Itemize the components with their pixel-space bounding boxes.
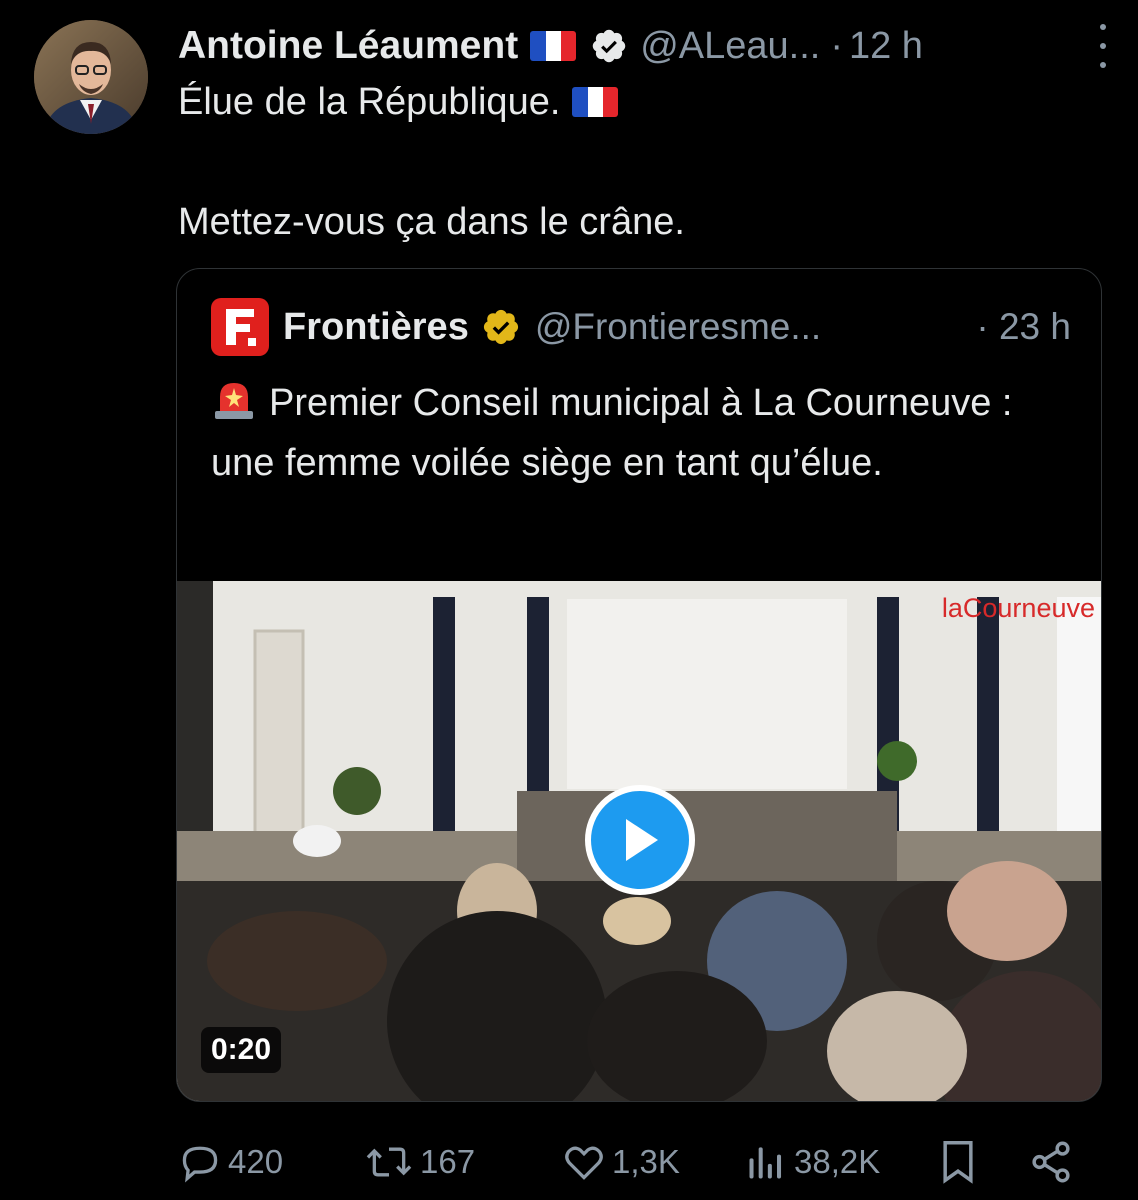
author-avatar[interactable] [34, 20, 148, 134]
quoted-author-handle[interactable]: @Frontieresme... [535, 306, 881, 348]
video-watermark: laCourneuve [941, 593, 1095, 623]
share-icon [1032, 1141, 1070, 1183]
quoted-time[interactable]: · 23 h [976, 306, 1071, 348]
heart-icon [565, 1146, 603, 1180]
bookmark-button[interactable] [936, 1136, 986, 1188]
author-name[interactable]: Antoine Léaument [178, 24, 518, 68]
views-count: 38,2K [794, 1143, 881, 1180]
action-bar: 420 167 1,3K 38,2K [178, 1136, 1078, 1188]
video-duration: 0:20 [201, 1027, 282, 1073]
quoted-text-block: Premier Conseil municipal à La Courneuve… [211, 373, 1051, 493]
more-options-icon[interactable] [1096, 24, 1110, 68]
quoted-tweet[interactable]: Frontières @Frontieresme... · 23 h Premi… [176, 268, 1102, 1102]
repost-count: 167 [420, 1143, 476, 1180]
tweet-text-line1: Élue de la République. [178, 76, 619, 128]
quoted-text: Premier Conseil municipal à La Courneuve… [211, 382, 1013, 484]
video-player[interactable]: laCourneuve 0:20 [177, 581, 1101, 1101]
frontieres-logo-icon [211, 298, 269, 356]
header-separator: · [830, 24, 843, 67]
reply-count: 420 [228, 1143, 284, 1180]
quoted-author-name[interactable]: Frontières [283, 306, 469, 349]
play-button[interactable] [585, 785, 695, 895]
views-chart-icon [749, 1147, 782, 1179]
reply-button[interactable]: 420 [178, 1136, 283, 1188]
quoted-header: Frontières @Frontieresme... · 23 h [211, 298, 1071, 356]
repost-icon [366, 1147, 412, 1177]
author-handle[interactable]: @ALeau... [640, 25, 820, 68]
siren-icon [215, 383, 253, 419]
tweet-text-line2: Mettez-vous ça dans le crâne. [178, 201, 685, 243]
tweet-time[interactable]: 12 h [849, 25, 923, 68]
play-icon [626, 819, 658, 861]
tweet-header: Antoine Léaument @ALeau... · 12 h [178, 18, 1118, 74]
france-flag-icon [572, 87, 619, 117]
repost-button[interactable]: 167 [364, 1136, 475, 1188]
verified-gold-badge-icon[interactable] [481, 307, 521, 347]
bookmark-icon [943, 1141, 973, 1184]
views-button[interactable]: 38,2K [744, 1136, 880, 1188]
verified-badge-icon[interactable] [590, 27, 628, 65]
share-button[interactable] [1028, 1136, 1080, 1188]
reply-icon [182, 1146, 218, 1183]
like-count: 1,3K [612, 1143, 680, 1180]
tweet-text: Élue de la République. [178, 81, 561, 123]
like-button[interactable]: 1,3K [562, 1136, 680, 1188]
france-flag-icon [530, 31, 577, 61]
